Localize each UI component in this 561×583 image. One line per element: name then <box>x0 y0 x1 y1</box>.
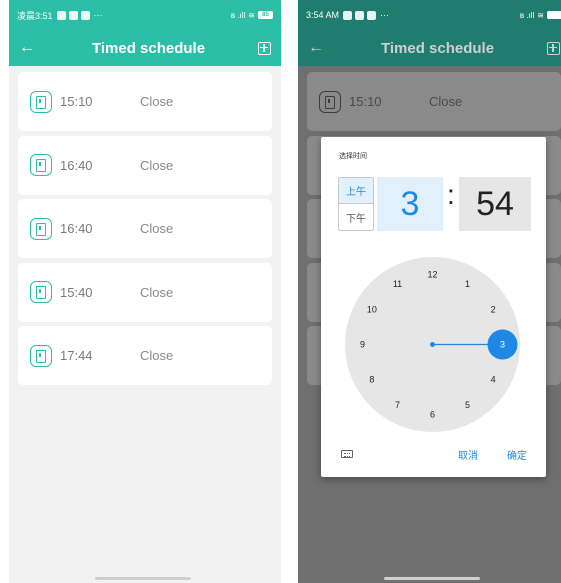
signal-icon: ʙ .ıll <box>230 10 246 20</box>
schedule-item[interactable]: 17:44 Close <box>18 326 272 385</box>
schedule-action: Close <box>140 284 174 300</box>
pm-option[interactable]: 下午 <box>339 204 373 230</box>
schedule-item[interactable]: 15:10 Close <box>18 72 272 131</box>
back-button[interactable]: ← <box>308 39 328 57</box>
status-bar: 3:54 AM ··· ʙ .ıll ≋ <box>298 0 561 30</box>
dial-number-10[interactable]: 10 <box>367 305 377 315</box>
schedule-item[interactable]: 16:40 Close <box>18 135 272 195</box>
signal-icon: ʙ .ıll <box>519 10 535 20</box>
battery-icon: 85 <box>258 11 273 19</box>
schedule-action: Close <box>140 94 174 109</box>
switch-device-icon <box>30 90 52 113</box>
app-bar: ← Timed schedule <box>298 30 561 66</box>
notification-icon <box>68 10 78 20</box>
schedule-time: 17:44 <box>60 348 93 363</box>
schedule-time: 16:40 <box>60 221 93 236</box>
time-picker-dialog: 选择时间 上午 下午 3 : 54 12 1 2 3 4 5 6 7 8 9 10 11 取消 确定 <box>321 137 546 477</box>
ok-button[interactable]: 确定 <box>507 447 527 462</box>
notification-icons <box>56 10 90 20</box>
am-pm-selector: 上午 下午 <box>338 177 374 231</box>
schedule-action: Close <box>429 94 463 109</box>
dial-number-12[interactable]: 12 <box>427 270 437 280</box>
schedule-action: Close <box>140 157 174 173</box>
schedule-time: 15:10 <box>60 94 93 109</box>
dial-number-11[interactable]: 11 <box>393 279 402 289</box>
schedule-item[interactable]: 15:40 Close <box>18 262 272 322</box>
switch-device-icon <box>319 90 341 113</box>
schedule-list: 15:10 Close 16:40 Close 16:40 Close 15:4… <box>9 66 281 385</box>
status-bar: 凌晨3:51 ··· ʙ .ıll ≋ 85 <box>9 0 281 30</box>
notification-icon <box>355 10 365 20</box>
keyboard-icon[interactable] <box>341 450 353 458</box>
battery-icon <box>547 11 561 19</box>
cancel-button[interactable]: 取消 <box>458 447 478 462</box>
notification-icon <box>56 10 66 20</box>
back-button[interactable]: ← <box>19 39 39 57</box>
dial-number-4[interactable]: 4 <box>491 375 496 385</box>
dialog-title: 选择时间 <box>339 153 367 160</box>
page-title: Timed schedule <box>380 39 495 57</box>
schedule-item[interactable]: 15:10 Close <box>307 72 561 131</box>
schedule-action: Close <box>140 348 174 363</box>
dial-number-2[interactable]: 2 <box>491 305 496 315</box>
add-schedule-button[interactable] <box>547 41 560 55</box>
status-time: 凌晨3:51 <box>17 10 53 21</box>
schedule-time: 16:40 <box>60 157 93 173</box>
notification-icon <box>367 10 377 20</box>
minute-display[interactable]: 54 <box>459 177 531 231</box>
time-picker-screen: 3:54 AM ··· ʙ .ıll ≋ ← Timed schedule 15… <box>298 0 561 583</box>
wifi-icon: ≋ <box>537 10 544 20</box>
schedule-action: Close <box>140 221 174 236</box>
add-schedule-button[interactable] <box>258 41 271 55</box>
dial-number-1[interactable]: 1 <box>465 279 470 289</box>
switch-device-icon <box>30 281 52 303</box>
clock-dial[interactable]: 12 1 2 3 4 5 6 7 8 9 10 11 <box>345 257 520 432</box>
app-bar: ← Timed schedule <box>9 30 281 66</box>
wifi-icon: ≋ <box>248 10 255 20</box>
dial-number-9[interactable]: 9 <box>360 340 365 350</box>
switch-device-icon <box>30 217 52 240</box>
notification-icon <box>80 10 90 20</box>
schedule-item[interactable]: 16:40 Close <box>18 199 272 258</box>
time-separator: : <box>447 179 455 210</box>
notification-icons <box>343 10 377 20</box>
home-indicator[interactable] <box>95 577 191 580</box>
notification-icon <box>343 10 353 20</box>
switch-device-icon <box>30 154 52 176</box>
schedule-time: 15:40 <box>60 284 93 300</box>
page-title: Timed schedule <box>91 39 206 57</box>
home-indicator[interactable] <box>384 577 480 580</box>
dial-number-5[interactable]: 5 <box>465 400 470 410</box>
more-notifications: ··· <box>93 10 103 20</box>
status-right: ʙ .ıll ≋ 85 <box>231 11 273 20</box>
status-right: ʙ .ıll ≋ <box>520 11 561 20</box>
status-time: 3:54 AM <box>306 10 340 20</box>
clock-center <box>430 342 435 347</box>
am-option[interactable]: 上午 <box>339 178 373 204</box>
dial-number-8[interactable]: 8 <box>369 375 374 385</box>
schedule-time: 15:10 <box>349 94 382 109</box>
hour-display[interactable]: 3 <box>377 177 443 231</box>
dial-number-7[interactable]: 7 <box>395 400 400 410</box>
more-notifications: ··· <box>380 10 390 20</box>
switch-device-icon <box>30 344 52 367</box>
schedule-screen: 凌晨3:51 ··· ʙ .ıll ≋ 85 ← Timed schedule … <box>9 0 281 583</box>
clock-dial-graphic: 121234567891011 <box>360 270 518 420</box>
dial-number-6[interactable]: 6 <box>430 410 435 420</box>
dial-number-3[interactable]: 3 <box>500 340 505 350</box>
